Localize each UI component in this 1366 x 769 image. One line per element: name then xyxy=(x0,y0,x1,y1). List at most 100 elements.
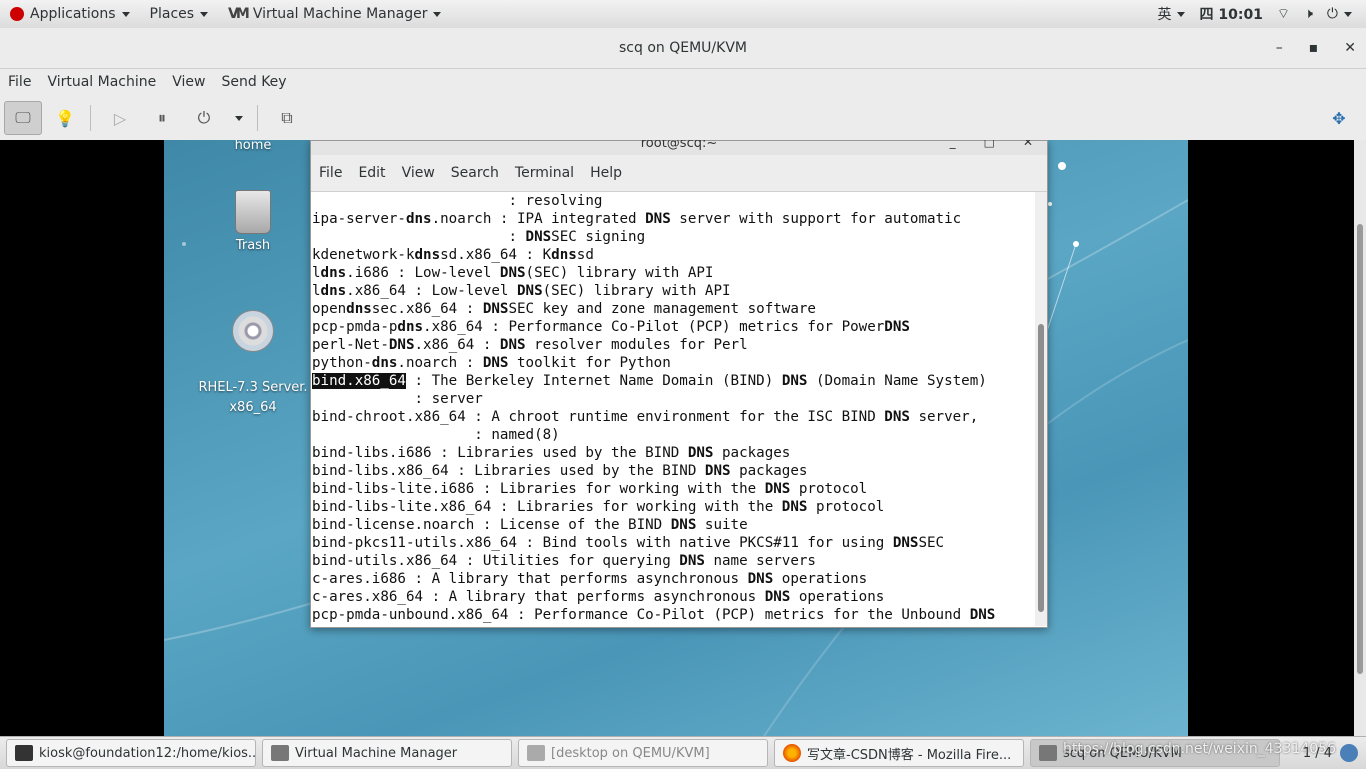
volume-icon[interactable]: 🕨 xyxy=(1304,6,1313,22)
pause-icon: ⏸ xyxy=(157,108,166,127)
terminal-menu-file[interactable]: File xyxy=(311,165,350,181)
input-method-indicator[interactable]: 英 xyxy=(1157,4,1186,24)
shutdown-menu-button[interactable] xyxy=(227,101,251,135)
vm-console-window: scq on QEMU/KVM – ▪ ✕ File Virtual Machi… xyxy=(0,28,1366,736)
terminal-line: bind-pkcs11-utils.x86_64 : Bind tools wi… xyxy=(312,535,945,551)
console-view-button[interactable]: 🖵 xyxy=(4,101,42,135)
window-titlebar[interactable]: scq on QEMU/KVM – ▪ ✕ xyxy=(0,28,1366,69)
shutdown-button[interactable]: ⏻ xyxy=(185,101,223,135)
vmm-icon: VM xyxy=(228,6,250,22)
fullscreen-icon: ✥ xyxy=(1332,108,1346,128)
selected-text[interactable]: bind.x86_64 xyxy=(312,373,406,389)
desktop-icon-trash[interactable]: Trash xyxy=(193,190,313,253)
details-view-button[interactable]: 💡 xyxy=(46,101,84,135)
terminal-line: : named(8) xyxy=(312,427,560,443)
desktop-icon-home[interactable]: home xyxy=(193,140,313,153)
terminal-line: bind-chroot.x86_64 : A chroot runtime en… xyxy=(312,409,979,425)
console-scrollbar[interactable] xyxy=(1354,140,1366,736)
fullscreen-button[interactable]: ✥ xyxy=(1320,101,1358,135)
chevron-down-icon xyxy=(1344,11,1352,17)
chevron-down-icon xyxy=(235,115,243,121)
wifi-icon[interactable]: ⌔ xyxy=(1277,5,1290,23)
guest-display[interactable]: home Trash RHEL-7.3 Server. x86_64 root@… xyxy=(0,140,1366,736)
power-icon[interactable]: ⏻ xyxy=(1327,6,1352,22)
window-title: scq on QEMU/KVM xyxy=(619,40,747,56)
terminal-line: : DNSSEC signing xyxy=(312,229,646,245)
task-desktop-vm[interactable]: [desktop on QEMU/KVM] xyxy=(518,739,768,767)
lightbulb-icon: 💡 xyxy=(55,108,75,128)
chevron-down-icon xyxy=(1177,11,1186,17)
places-menu[interactable]: Places xyxy=(140,0,219,28)
terminal-line: bind-utils.x86_64 : Utilities for queryi… xyxy=(312,553,816,569)
chevron-down-icon xyxy=(121,11,130,17)
terminal-scrollbar[interactable] xyxy=(1035,192,1047,626)
terminal-line: c-ares.x86_64 : A library that performs … xyxy=(312,589,885,605)
terminal-line: : server xyxy=(312,391,483,407)
terminal-output[interactable]: : resolving ipa-server-dns.noarch : IPA i… xyxy=(312,192,1034,626)
terminal-icon xyxy=(15,745,33,761)
task-firefox[interactable]: 写文章-CSDN博客 - Mozilla Fire... xyxy=(774,739,1024,767)
maximize-icon[interactable]: ▪ xyxy=(1309,40,1319,56)
terminal-menu-terminal[interactable]: Terminal xyxy=(507,165,582,181)
vmm-icon xyxy=(527,745,545,761)
terminal-line: opendnssec.x86_64 : DNSSEC key and zone … xyxy=(312,301,816,317)
bottom-taskbar: kiosk@foundation12:/home/kios... Virtual… xyxy=(0,736,1366,769)
minimize-icon[interactable]: _ xyxy=(950,140,956,148)
trash-icon xyxy=(235,190,271,234)
notification-icon[interactable] xyxy=(1340,744,1358,762)
toolbar-separator xyxy=(90,105,91,131)
terminal-menu-edit[interactable]: Edit xyxy=(350,165,393,181)
terminal-menu-help[interactable]: Help xyxy=(582,165,630,181)
workspace-pager[interactable]: 1 / 4 xyxy=(1303,740,1358,766)
maximize-icon[interactable]: □ xyxy=(984,140,995,148)
minimize-icon[interactable]: – xyxy=(1276,40,1283,56)
gnome-top-bar: Applications Places VM Virtual Machine M… xyxy=(0,0,1366,29)
snapshots-icon: ⧉ xyxy=(281,108,293,127)
terminal-line: bind-libs.i686 : Libraries used by the B… xyxy=(312,445,791,461)
run-button[interactable]: ▷ xyxy=(101,101,139,135)
terminal-line: c-ares.i686 : A library that performs as… xyxy=(312,571,868,587)
chevron-down-icon xyxy=(433,11,442,17)
terminal-window[interactable]: root@scq:~ _ □ ✕ File Edit View Search T… xyxy=(310,140,1048,628)
pause-button[interactable]: ⏸ xyxy=(143,101,181,135)
terminal-titlebar[interactable]: root@scq:~ _ □ ✕ xyxy=(311,140,1047,155)
terminal-line: perl-Net-DNS.x86_64 : DNS resolver modul… xyxy=(312,337,748,353)
terminal-line: pcp-pmda-pdns.x86_64 : Performance Co-Pi… xyxy=(312,319,910,335)
terminal-menu-search[interactable]: Search xyxy=(443,165,507,181)
menu-file[interactable]: File xyxy=(0,74,39,90)
firefox-icon xyxy=(783,744,801,762)
terminal-line: : resolving xyxy=(312,193,603,209)
terminal-line: bind.x86_64 : The Berkeley Internet Name… xyxy=(312,373,987,389)
guest-desktop[interactable]: home Trash RHEL-7.3 Server. x86_64 root@… xyxy=(164,140,1188,736)
chevron-down-icon xyxy=(200,11,209,17)
terminal-line: ldns.x86_64 : Low-level DNS(SEC) library… xyxy=(312,283,731,299)
window-menubar: File Virtual Machine View Send Key xyxy=(0,68,1366,96)
vmm-icon xyxy=(1039,745,1057,761)
toolbar-separator xyxy=(257,105,258,131)
desktop-icon-rhel-disc[interactable]: RHEL-7.3 Server. x86_64 xyxy=(193,290,313,418)
close-icon[interactable]: ✕ xyxy=(1023,140,1033,148)
disc-icon xyxy=(232,310,274,352)
app-menu-vmm[interactable]: VM Virtual Machine Manager xyxy=(218,0,451,28)
applications-menu[interactable]: Applications xyxy=(0,0,140,28)
close-icon[interactable]: ✕ xyxy=(1344,40,1356,56)
watermark: https://blog.csdn.net/weixin_43314056 xyxy=(1062,741,1336,757)
terminal-line: bind-libs-lite.i686 : Libraries for work… xyxy=(312,481,868,497)
clock[interactable]: 四 10:01 xyxy=(1199,4,1262,24)
menu-send-key[interactable]: Send Key xyxy=(213,74,294,90)
redhat-icon xyxy=(10,7,24,21)
terminal-menubar: File Edit View Search Terminal Help xyxy=(311,155,1047,192)
scrollbar-thumb[interactable] xyxy=(1038,324,1044,612)
menu-view[interactable]: View xyxy=(164,74,213,90)
menu-virtual-machine[interactable]: Virtual Machine xyxy=(39,74,164,90)
terminal-line: python-dns.noarch : DNS toolkit for Pyth… xyxy=(312,355,671,371)
vmm-icon xyxy=(271,745,289,761)
terminal-line: pcp-pmda-unbound.x86_64 : Performance Co… xyxy=(312,607,996,623)
task-virt-manager[interactable]: Virtual Machine Manager xyxy=(262,739,512,767)
scrollbar-thumb[interactable] xyxy=(1357,224,1363,674)
task-terminal[interactable]: kiosk@foundation12:/home/kios... xyxy=(6,739,256,767)
snapshots-button[interactable]: ⧉ xyxy=(268,101,306,135)
terminal-line: ipa-server-dns.noarch : IPA integrated D… xyxy=(312,211,962,227)
terminal-menu-view[interactable]: View xyxy=(394,165,443,181)
power-icon: ⏻ xyxy=(197,108,211,127)
